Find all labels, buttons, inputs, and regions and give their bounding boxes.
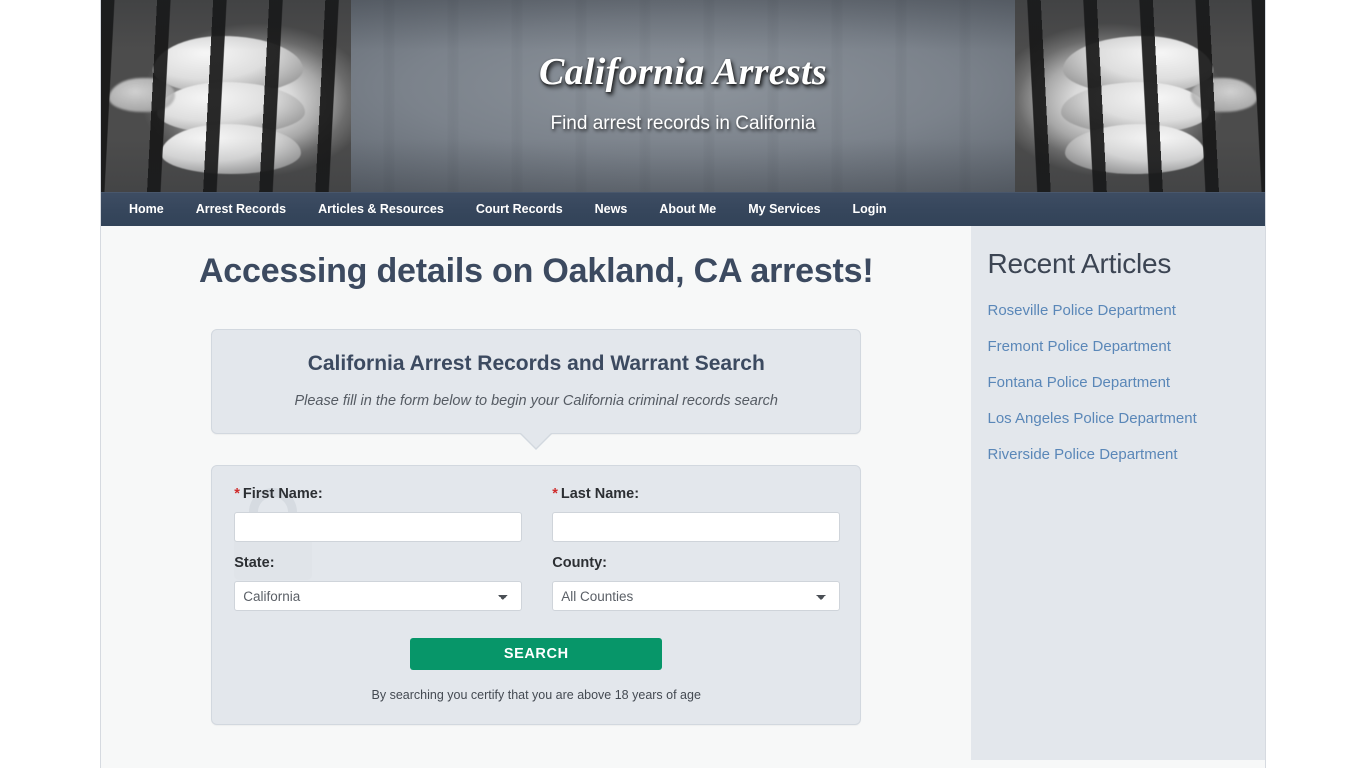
last-name-input[interactable] xyxy=(552,512,841,542)
state-label: State: xyxy=(234,555,275,571)
county-label: County: xyxy=(552,555,607,571)
nav-item-articles-resources[interactable]: Articles & Resources xyxy=(302,192,460,226)
county-select[interactable]: All Counties xyxy=(552,581,841,611)
recent-article-link[interactable]: Los Angeles Police Department xyxy=(987,400,1265,436)
required-asterisk: * xyxy=(234,486,240,502)
nav-item-arrest-records[interactable]: Arrest Records xyxy=(180,192,302,226)
main-navigation: Home Arrest Records Articles & Resources Co… xyxy=(101,192,1265,226)
required-asterisk: * xyxy=(552,486,558,502)
site-banner: California Arrests Find arrest records i… xyxy=(101,0,1265,192)
sidebar: Recent Articles Roseville Police Departm… xyxy=(971,226,1265,760)
last-name-field-group: * Last Name: xyxy=(552,486,841,542)
state-select[interactable]: California xyxy=(234,581,523,611)
callout-subtitle: Please fill in the form below to begin y… xyxy=(294,393,779,409)
first-name-label: * First Name: xyxy=(234,486,522,502)
nav-item-news[interactable]: News xyxy=(579,192,644,226)
state-field-group: State: California xyxy=(234,555,523,611)
recent-article-link[interactable]: Fremont Police Department xyxy=(987,328,1265,364)
county-field-group: County: All Counties xyxy=(552,555,841,611)
last-name-label-text: Last Name: xyxy=(560,486,640,502)
callout-tail-arrow xyxy=(519,433,554,450)
nav-item-about-me[interactable]: About Me xyxy=(643,192,732,226)
site-tagline: Find arrest records in California xyxy=(550,112,816,134)
sidebar-title: Recent Articles xyxy=(987,248,1172,279)
recent-articles-list: Roseville Police Department Fremont Polic… xyxy=(987,292,1265,472)
nav-item-home[interactable]: Home xyxy=(113,192,180,226)
first-name-field-group: * First Name: xyxy=(234,486,523,542)
search-callout-wrapper: California Arrest Records and Warrant Se… xyxy=(211,329,862,450)
recent-article-link[interactable]: Fontana Police Department xyxy=(987,364,1265,400)
nav-item-court-records[interactable]: Court Records xyxy=(460,192,579,226)
nav-item-login[interactable]: Login xyxy=(837,192,903,226)
main-content: Accessing details on Oakland, CA arrests… xyxy=(101,226,972,760)
form-fields-grid: * First Name: * Last Name: State: Californ… xyxy=(234,486,841,611)
last-name-label: * Last Name: xyxy=(552,486,840,502)
first-name-input[interactable] xyxy=(234,512,523,542)
row-spacer xyxy=(234,542,522,555)
search-callout-panel: California Arrest Records and Warrant Se… xyxy=(211,329,862,450)
banner-text-block: California Arrests Find arrest records i… xyxy=(101,51,1265,135)
age-disclaimer: By searching you certify that you are ab… xyxy=(371,688,701,702)
recent-article-link[interactable]: Riverside Police Department xyxy=(987,436,1265,472)
first-name-label-text: First Name: xyxy=(242,486,323,502)
site-title: California Arrests xyxy=(538,51,827,93)
page-title: Accessing details on Oakland, CA arrests… xyxy=(198,252,874,290)
arrest-search-form: * First Name: * Last Name: State: Californ… xyxy=(211,465,862,725)
callout-title: California Arrest Records and Warrant Se… xyxy=(307,352,765,375)
site-container: California Arrests Find arrest records i… xyxy=(100,0,1266,768)
nav-item-my-services[interactable]: My Services xyxy=(732,192,836,226)
row-spacer xyxy=(552,542,840,555)
page-root: California Arrests Find arrest records i… xyxy=(0,0,1366,768)
body-row: Accessing details on Oakland, CA arrests… xyxy=(101,226,1265,760)
search-button[interactable]: SEARCH xyxy=(410,638,663,670)
recent-article-link[interactable]: Roseville Police Department xyxy=(987,292,1265,328)
